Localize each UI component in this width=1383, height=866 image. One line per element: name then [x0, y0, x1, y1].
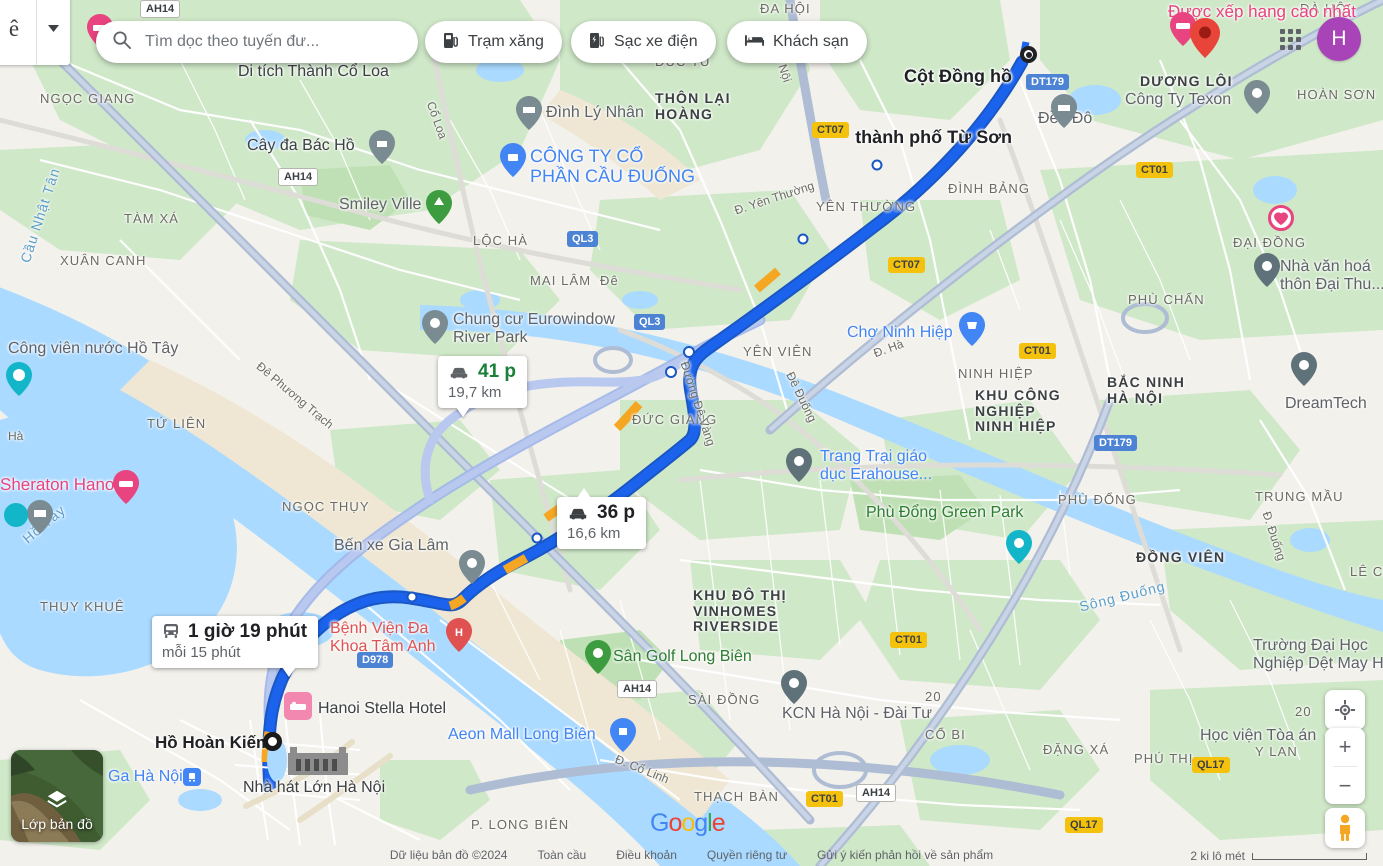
route-badge-alt[interactable]: 41 p 19,7 km — [438, 356, 528, 417]
poi-pin-water-park[interactable] — [6, 362, 32, 396]
car-icon — [450, 367, 468, 379]
footer-map-data: Dữ liệu bản đồ ©2024 — [389, 848, 508, 862]
pegman-button[interactable] — [1325, 808, 1365, 848]
route-badge-distance: 19,7 km — [448, 384, 502, 401]
poi-pin-golf-longbien[interactable] — [585, 640, 611, 674]
logo-letter: o — [681, 809, 695, 837]
zoom-out-button[interactable]: − — [1325, 767, 1365, 805]
poi-pin-bus-station-gialam[interactable] — [459, 550, 485, 584]
crosshair-icon — [1335, 700, 1355, 720]
map-layers-button[interactable]: Lớp bản đồ — [11, 750, 103, 842]
poi-pin-temple-lynhan[interactable] — [516, 96, 542, 130]
filter-chip-gas-station[interactable]: Trạm xăng — [425, 21, 562, 63]
filter-chip-hotel[interactable]: Khách sạn — [727, 21, 867, 63]
poi-pin-dreamtech[interactable] — [1291, 352, 1317, 386]
zoom-out-label: − — [1338, 773, 1352, 798]
gas-station-icon — [443, 31, 459, 54]
poi-pin-hotel-sheraton[interactable] — [113, 470, 139, 504]
footer-terms[interactable]: Điều khoản — [616, 848, 677, 862]
poi-icon-ga-ha-noi[interactable] — [183, 768, 201, 786]
poi-icon-teal-left[interactable] — [4, 503, 28, 527]
layers-label: Lớp bản đồ — [21, 816, 93, 832]
poi-pin-culture-house-daithu[interactable] — [1254, 253, 1280, 287]
logo-letter: G — [650, 809, 669, 837]
route-origin-marker[interactable] — [263, 732, 282, 751]
ev-charger-icon — [589, 31, 605, 54]
poi-pin-mall-aeon[interactable] — [610, 718, 636, 752]
avatar-initial: H — [1331, 27, 1347, 50]
scale-bar-line — [1252, 852, 1367, 860]
footer-privacy[interactable]: Quyền riêng tư — [707, 848, 787, 862]
poi-pin-industrial-daitu[interactable] — [781, 670, 807, 704]
apps-grid-icon[interactable] — [1270, 19, 1310, 59]
map-tiles — [0, 0, 1383, 866]
route-badge-time: 41 p — [478, 361, 517, 382]
poi-badge-saved-daidong[interactable] — [1268, 205, 1294, 231]
footer-feedback[interactable]: Gửi ý kiến phản hồi về sản phẩm — [817, 848, 993, 862]
poi-pin-market-ninhhiep[interactable] — [959, 312, 985, 346]
route-destination-dot[interactable] — [1020, 46, 1037, 63]
car-icon — [569, 508, 587, 520]
poi-pin-erahouse[interactable] — [786, 448, 812, 482]
search-along-route-box[interactable] — [96, 21, 418, 63]
panel-toggle-glyph: ê — [8, 15, 20, 41]
filter-chip-ev-charging[interactable]: Sạc xe điện — [571, 21, 716, 63]
poi-pin-company-texon[interactable] — [1244, 80, 1270, 114]
map-scale-bar: 2 ki lô mét — [1190, 849, 1367, 863]
poi-pin-temple-dendo[interactable] — [1051, 94, 1077, 128]
zoom-in-label: + — [1338, 734, 1352, 759]
panel-divider — [36, 0, 37, 65]
my-location-button[interactable] — [1325, 690, 1365, 730]
route-destination-pin[interactable] — [1190, 18, 1220, 63]
route-badge-time: 1 giờ 19 phút — [188, 621, 308, 642]
zoom-controls[interactable]: + − — [1325, 728, 1365, 804]
route-badge-transit[interactable]: 1 giờ 19 phút mỗi 15 phút — [152, 616, 319, 677]
logo-letter: g — [694, 809, 708, 837]
route-badge-distance: 16,6 km — [567, 525, 621, 542]
search-icon — [112, 30, 131, 54]
logo-letter: e — [711, 809, 726, 837]
poi-pin-museum[interactable] — [27, 500, 53, 534]
google-logo: Google — [650, 809, 726, 838]
route-badge-primary[interactable]: 36 p 16,6 km — [557, 488, 647, 549]
filter-chip-label: Sạc xe điện — [614, 33, 698, 50]
poi-pin-park-smileyville[interactable] — [426, 190, 452, 224]
hotel-bed-icon — [745, 33, 764, 52]
layers-icon — [47, 790, 67, 808]
poi-pin-monument-coloa[interactable] — [369, 130, 395, 164]
poi-pin-hospital-tamanh[interactable]: H — [446, 618, 472, 652]
chevron-down-icon[interactable] — [37, 25, 70, 32]
logo-letter: o — [668, 809, 682, 837]
poi-icon-hanoi-stella-hotel[interactable] — [284, 692, 312, 720]
avatar[interactable]: H — [1317, 17, 1361, 61]
poi-icon-hanoi-opera-house — [288, 743, 348, 775]
poi-pin-park-phudong[interactable] — [1006, 530, 1032, 564]
filter-chip-label: Khách sạn — [773, 33, 849, 50]
apps-grid-dots — [1279, 28, 1301, 50]
bus-icon — [164, 624, 178, 638]
poi-pin-company-cauduong[interactable] — [500, 143, 526, 177]
directions-panel-toggle[interactable]: ê — [0, 0, 70, 65]
footer-global[interactable]: Toàn cầu — [537, 848, 586, 862]
svg-text:H: H — [455, 627, 463, 639]
search-input[interactable] — [143, 32, 402, 52]
pegman-icon — [1340, 814, 1350, 841]
zoom-in-button[interactable]: + — [1325, 728, 1365, 766]
filter-chip-label: Trạm xăng — [468, 33, 544, 50]
layers-overlay: Lớp bản đồ — [11, 750, 103, 842]
scale-label: 2 ki lô mét — [1190, 849, 1245, 863]
poi-pin-apartment-eurowindow[interactable] — [422, 310, 448, 344]
route-badge-time: 36 p — [597, 502, 636, 523]
route-badge-frequency: mỗi 15 phút — [162, 644, 241, 661]
map-viewport[interactable]: NGỌC GIANG TÀM XÁ XUÂN CANH TỨ LIÊN THỤY KHU… — [0, 0, 1383, 866]
